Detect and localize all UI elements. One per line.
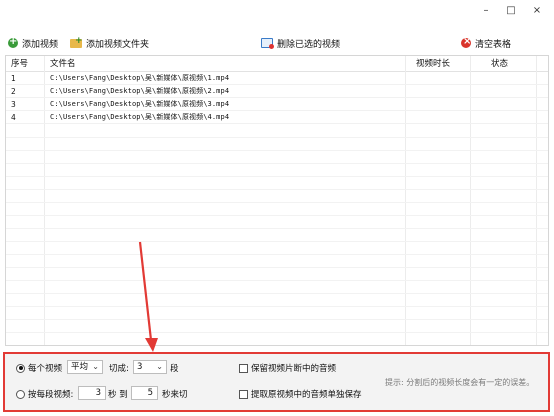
empty-row-line bbox=[6, 280, 548, 281]
delete-selected-label: 删除已选的视频 bbox=[277, 39, 341, 50]
by-segment-option[interactable]: 按每段视频: bbox=[16, 388, 73, 400]
cut-into-label-wrap: 切成: bbox=[109, 362, 129, 374]
column-header-filename[interactable]: 文件名 bbox=[50, 56, 76, 72]
each-video-label: 每个视频 bbox=[28, 364, 63, 374]
empty-row-line bbox=[6, 332, 548, 333]
delete-video-icon bbox=[261, 38, 274, 49]
split-options-panel: 每个视频 平均 ⌄ 切成: 3 ⌄ 段 保留视频片断中的音频 按每段视频: 3 … bbox=[3, 352, 550, 412]
column-header-duration[interactable]: 视频时长 bbox=[416, 56, 450, 72]
seg-end-wrap: 5 bbox=[131, 386, 158, 400]
clear-x-icon bbox=[461, 36, 471, 48]
empty-row-line bbox=[6, 228, 548, 229]
toolbar: 添加视频 添加视频文件夹 删除已选的视频 清空表格 bbox=[0, 34, 554, 52]
empty-row-line bbox=[6, 306, 548, 307]
segments-suffix: 段 bbox=[170, 364, 179, 374]
empty-row-line bbox=[6, 267, 548, 268]
mode-select[interactable]: 平均 ⌄ bbox=[67, 360, 103, 374]
chevron-down-icon: ⌄ bbox=[156, 362, 163, 371]
add-video-label: 添加视频 bbox=[22, 39, 59, 50]
column-header-index[interactable]: 序号 bbox=[11, 56, 28, 72]
keep-audio-option[interactable]: 保留视频片断中的音频 bbox=[239, 362, 336, 374]
table-row[interactable]: 3 C:\Users\Fang\Desktop\吴\新媒体\原视频\3.mp4 bbox=[6, 98, 548, 111]
cut-into-label: 切成: bbox=[109, 364, 129, 374]
chevron-down-icon: ⌄ bbox=[92, 362, 99, 371]
table-row[interactable]: 1 C:\Users\Fang\Desktop\吴\新媒体\原视频\1.mp4 bbox=[6, 72, 548, 85]
row-index: 4 bbox=[11, 113, 16, 122]
by-segment-label: 按每段视频: bbox=[28, 390, 74, 400]
empty-row-line bbox=[6, 150, 548, 151]
minimize-button[interactable]: – bbox=[475, 4, 497, 18]
seconds-end-label: 秒来切 bbox=[162, 390, 188, 400]
each-video-radio[interactable] bbox=[16, 363, 25, 373]
to-label-wrap: 秒 到 bbox=[108, 388, 128, 400]
empty-row-line bbox=[6, 215, 548, 216]
seg-start-wrap: 3 bbox=[78, 386, 106, 400]
row-index: 3 bbox=[11, 100, 16, 109]
mode-select-wrap: 平均 ⌄ bbox=[67, 360, 103, 374]
cut-count-wrap: 3 ⌄ bbox=[133, 360, 167, 374]
mode-select-value: 平均 bbox=[71, 362, 89, 372]
keep-audio-checkbox[interactable] bbox=[239, 363, 248, 373]
by-segment-radio[interactable] bbox=[16, 389, 25, 399]
clear-table-label: 清空表格 bbox=[475, 39, 512, 50]
row-filename: C:\Users\Fang\Desktop\吴\新媒体\原视频\4.mp4 bbox=[50, 113, 230, 121]
cut-count-select[interactable]: 3 ⌄ bbox=[133, 360, 167, 374]
empty-row-line bbox=[6, 241, 548, 242]
extract-audio-checkbox[interactable] bbox=[239, 389, 248, 399]
cut-count-value: 3 bbox=[137, 362, 143, 372]
empty-row-line bbox=[6, 176, 548, 177]
empty-row-line bbox=[6, 189, 548, 190]
add-circle-icon bbox=[8, 36, 18, 48]
segments-suffix-wrap: 段 bbox=[170, 362, 179, 374]
add-video-button[interactable]: 添加视频 bbox=[8, 34, 58, 52]
extract-audio-label: 提取原视频中的音频单独保存 bbox=[251, 390, 362, 400]
maximize-button[interactable]: □ bbox=[500, 4, 522, 18]
folder-add-icon bbox=[70, 36, 83, 48]
table-row[interactable]: 4 C:\Users\Fang\Desktop\吴\新媒体\原视频\4.mp4 bbox=[6, 111, 548, 124]
segment-start-input[interactable]: 3 bbox=[78, 386, 106, 400]
empty-row-line bbox=[6, 137, 548, 138]
video-table[interactable]: 序号 文件名 视频时长 状态 1 C:\Users\Fang\Desktop\吴… bbox=[5, 55, 549, 346]
empty-row-line bbox=[6, 254, 548, 255]
seconds-end-wrap: 秒来切 bbox=[162, 388, 188, 400]
to-label: 秒 到 bbox=[108, 390, 128, 400]
each-video-option[interactable]: 每个视频 bbox=[16, 362, 62, 374]
row-filename: C:\Users\Fang\Desktop\吴\新媒体\原视频\2.mp4 bbox=[50, 87, 230, 95]
add-folder-button[interactable]: 添加视频文件夹 bbox=[70, 34, 149, 52]
table-header: 序号 文件名 视频时长 状态 bbox=[6, 56, 548, 72]
row-index: 1 bbox=[11, 74, 16, 83]
close-button[interactable]: × bbox=[526, 4, 548, 18]
empty-row-line bbox=[6, 163, 548, 164]
segment-end-input[interactable]: 5 bbox=[131, 386, 158, 400]
keep-audio-label: 保留视频片断中的音频 bbox=[251, 364, 337, 374]
table-row[interactable]: 2 C:\Users\Fang\Desktop\吴\新媒体\原视频\2.mp4 bbox=[6, 85, 548, 98]
empty-row-line bbox=[6, 202, 548, 203]
column-header-status[interactable]: 状态 bbox=[491, 56, 508, 72]
row-filename: C:\Users\Fang\Desktop\吴\新媒体\原视频\3.mp4 bbox=[50, 100, 230, 108]
delete-selected-button[interactable]: 删除已选的视频 bbox=[261, 34, 340, 52]
clear-table-button[interactable]: 清空表格 bbox=[461, 34, 511, 52]
empty-row-line bbox=[6, 293, 548, 294]
empty-row-line bbox=[6, 319, 548, 320]
row-filename: C:\Users\Fang\Desktop\吴\新媒体\原视频\1.mp4 bbox=[50, 74, 230, 82]
hint-text: 提示: 分割后的视频长度会有一定的误差。 bbox=[385, 378, 535, 387]
row-index: 2 bbox=[11, 87, 16, 96]
add-folder-label: 添加视频文件夹 bbox=[86, 39, 150, 50]
title-bar: – □ × bbox=[0, 0, 554, 22]
extract-audio-option[interactable]: 提取原视频中的音频单独保存 bbox=[239, 388, 362, 400]
